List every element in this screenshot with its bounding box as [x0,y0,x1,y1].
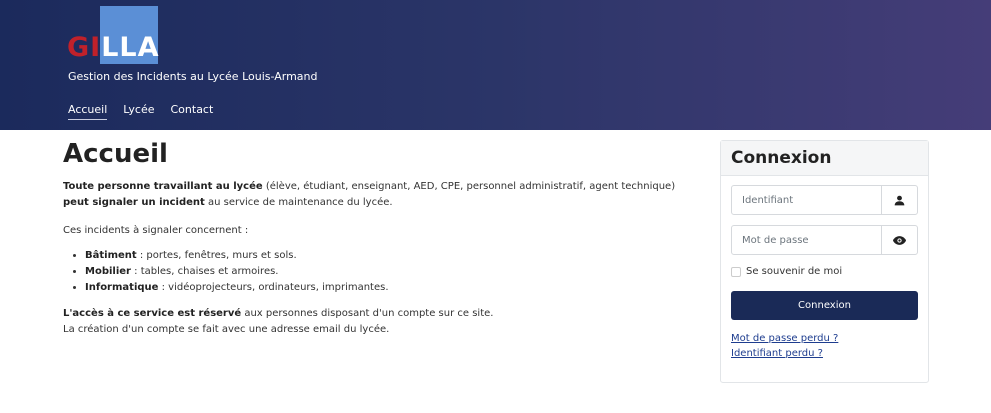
username-input[interactable] [732,186,881,214]
remember-checkbox[interactable] [731,266,741,277]
list-item-label: Informatique [85,281,159,293]
concern-text: Ces incidents à signaler concernent : [63,224,249,236]
eye-icon[interactable] [881,226,917,254]
list-item: Bâtiment : portes, fenêtres, murs et sol… [85,248,703,264]
logo-text: GILLA [67,34,160,61]
intro-paragraph: Toute personne travaillant au lycée (élè… [63,179,703,211]
list-item-text: : vidéoprojecteurs, ordinateurs, imprima… [158,281,389,293]
site-header: GILLA Gestion des Incidents au Lycée Lou… [0,0,991,130]
username-field [731,185,918,215]
list-item-label: Mobilier [85,265,131,277]
login-card: Connexion Se souvenir de moi Connexion M… [720,140,929,383]
intro-roles: (élève, étudiant, enseignant, AED, CPE, … [262,180,676,192]
access-text: L'accès à ce service est réservé aux per… [63,306,703,322]
intro-bold-who: Toute personne travaillant au lycée [63,180,263,192]
nav-contact[interactable]: Contact [171,103,214,120]
nav-lycee[interactable]: Lycée [123,103,154,120]
access-rest: aux personnes disposant d'un compte sur … [241,307,494,319]
nav-accueil[interactable]: Accueil [68,103,108,120]
remember-label: Se souvenir de moi [746,266,843,277]
user-icon [881,186,917,214]
lost-password-link[interactable]: Mot de passe perdu ? [731,333,838,344]
logo-text-lla: LLA [101,32,160,63]
gilla-logo[interactable]: GILLA [67,6,162,66]
main-nav: Accueil Lycée Contact [68,103,213,120]
password-input[interactable] [732,226,881,254]
page-title: Accueil [63,139,168,169]
password-field [731,225,918,255]
list-item-text: : portes, fenêtres, murs et sols. [136,249,297,261]
list-item: Mobilier : tables, chaises et armoires. [85,264,703,280]
login-button[interactable]: Connexion [731,291,918,320]
intro-end: au service de maintenance du lycée. [204,196,393,208]
account-text: La création d'un compte se fait avec une… [63,323,390,335]
incident-list: Bâtiment : portes, fenêtres, murs et sol… [85,248,703,296]
list-item: Informatique : vidéoprojecteurs, ordinat… [85,280,703,296]
login-title: Connexion [721,141,928,176]
list-item-text: : tables, chaises et armoires. [130,265,279,277]
site-tagline: Gestion des Incidents au Lycée Louis-Arm… [68,70,318,83]
lost-username-link[interactable]: Identifiant perdu ? [731,348,823,359]
list-item-label: Bâtiment [85,249,137,261]
logo-text-gi: GI [67,32,102,63]
intro-bold-action: peut signaler un incident [63,196,205,208]
access-bold: L'accès à ce service est réservé [63,307,242,319]
main-content: Accueil Toute personne travaillant au ly… [63,139,703,338]
remember-me[interactable]: Se souvenir de moi [731,266,842,277]
